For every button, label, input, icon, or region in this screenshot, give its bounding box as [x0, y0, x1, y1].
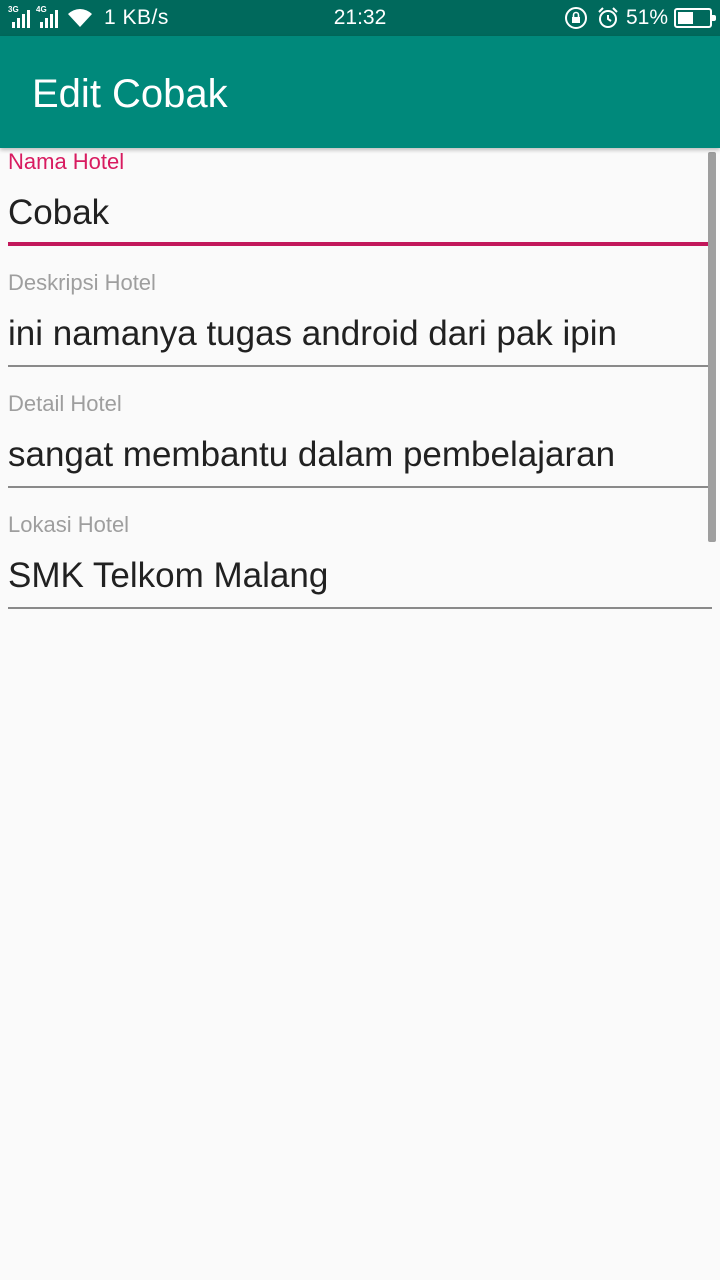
input-underline	[8, 365, 712, 367]
status-right: 51%	[564, 0, 716, 36]
lokasi-hotel-input[interactable]: SMK Telkom Malang	[8, 555, 328, 597]
input-underline	[8, 607, 712, 609]
app-bar: Edit Cobak	[0, 36, 720, 148]
deskripsi-hotel-input[interactable]: ini namanya tugas android dari pak ipin	[8, 313, 617, 355]
detail-hotel-input[interactable]: sangat membantu dalam pembelajaran	[8, 434, 615, 476]
input-underline	[8, 486, 712, 488]
input-underline	[8, 242, 712, 246]
nama-hotel-field[interactable]: Nama Hotel Cobak	[8, 148, 712, 269]
status-bar: 3G 4G 1 KB/s 21:32 51%	[0, 0, 720, 36]
detail-hotel-field[interactable]: Detail Hotel sangat membantu dalam pembe…	[8, 390, 712, 511]
page-title: Edit Cobak	[32, 72, 228, 116]
rotation-lock-icon	[564, 7, 587, 29]
battery-icon	[674, 8, 716, 28]
alarm-icon	[598, 7, 618, 28]
lokasi-hotel-field[interactable]: Lokasi Hotel SMK Telkom Malang	[8, 511, 712, 632]
lokasi-hotel-label: Lokasi Hotel	[8, 512, 130, 537]
detail-hotel-label: Detail Hotel	[8, 391, 122, 416]
nama-hotel-label: Nama Hotel	[8, 149, 125, 174]
deskripsi-hotel-field[interactable]: Deskripsi Hotel ini namanya tugas androi…	[8, 269, 712, 390]
scrollbar[interactable]	[708, 152, 716, 542]
deskripsi-hotel-label: Deskripsi Hotel	[8, 270, 156, 295]
battery-percent: 51%	[625, 6, 668, 29]
nama-hotel-input[interactable]: Cobak	[8, 192, 109, 234]
